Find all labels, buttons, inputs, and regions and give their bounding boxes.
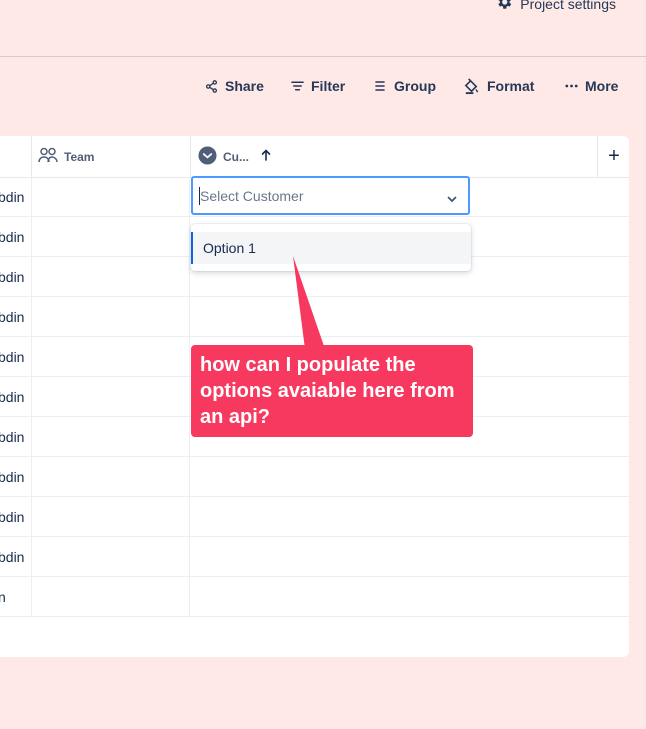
annotation-callout: how can I populate the options avaiable … <box>191 345 473 437</box>
